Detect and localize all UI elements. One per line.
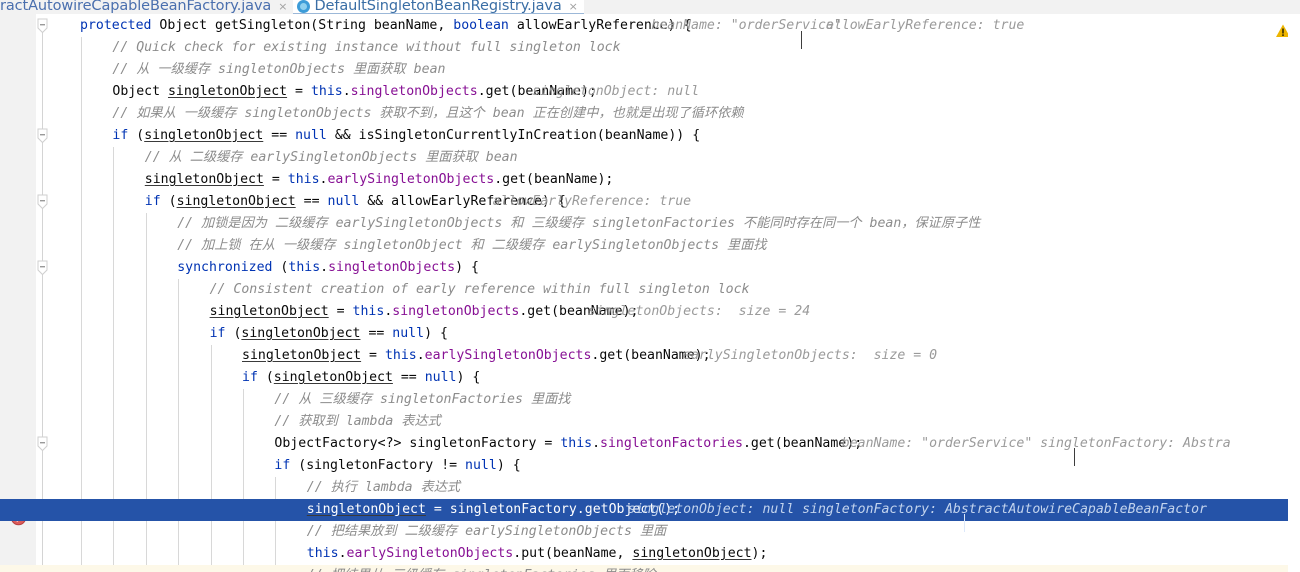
inline-debug-hint[interactable]: beanName: "orderService" [842, 433, 1033, 455]
code-line[interactable]: // 加锁是因为 二级缓存 earlySingletonObjects 和 三级… [0, 213, 1300, 235]
text-caret-secondary [964, 514, 965, 532]
code-line-text: // 把结果从 三级缓存 singletonFactories 里面移除 [307, 565, 656, 572]
code-line-text: // 把结果放到 二级缓存 earlySingletonObjects 里面 [306, 524, 667, 539]
code-line-text: this.earlySingletonObjects.put(beanName,… [306, 546, 768, 561]
inline-debug-hint[interactable]: allowEarlyReference: true [826, 15, 1025, 37]
editor-tab-label: ractAutowireCapableBeanFactory.java [0, 0, 272, 14]
code-line[interactable]: if (singletonFactory != null) { [0, 455, 1300, 477]
inline-debug-hint[interactable]: allowEarlyReference: true [493, 191, 692, 213]
close-icon[interactable]: × [569, 0, 578, 13]
code-line[interactable]: singletonObject = this.earlySingletonObj… [0, 169, 1300, 191]
code-line-text: // 加上锁 在从 一级缓存 singletonObject 和 二级缓存 ea… [177, 238, 767, 253]
code-line-text: // 从 三级缓存 singletonFactories 里面找 [274, 392, 571, 407]
text-caret [801, 31, 802, 49]
code-line-text: if (singletonObject == null) { [209, 326, 448, 341]
code-text[interactable]: protected Object getSingleton(String bea… [0, 14, 1300, 572]
code-line-text: if (singletonObject == null && isSinglet… [112, 128, 701, 143]
code-line-text: // 执行 lambda 表达式 [306, 480, 461, 495]
close-icon[interactable]: × [278, 0, 287, 13]
code-line[interactable]: if (singletonObject == null) { [0, 367, 1300, 389]
code-line[interactable]: // 加上锁 在从 一级缓存 singletonObject 和 二级缓存 ea… [0, 235, 1300, 257]
code-line-current[interactable]: singletonObject = singletonFactory.getOb… [0, 499, 1300, 521]
editor-tab-label: DefaultSingletonBeanRegistry.java [314, 0, 562, 14]
code-line[interactable]: // 执行 lambda 表达式 [0, 477, 1300, 499]
code-line[interactable]: ObjectFactory<?> singletonFactory = this… [0, 433, 1300, 455]
code-editor[interactable]: protected Object getSingleton(String bea… [0, 14, 1300, 572]
inline-debug-hint[interactable]: singletonObject: null [532, 81, 699, 103]
code-line[interactable]: if (singletonObject == null) { [0, 323, 1300, 345]
code-line[interactable]: this.earlySingletonObjects.put(beanName,… [0, 543, 1300, 565]
code-line-text: // 从 一级缓存 singletonObjects 里面获取 bean [112, 62, 446, 77]
code-line-text: singletonObject = singletonFactory.getOb… [306, 502, 681, 517]
java-class-icon [297, 0, 311, 13]
code-line[interactable]: // 把结果从 三级缓存 singletonFactories 里面移除 [0, 565, 1300, 572]
code-line-text: protected Object getSingleton(String bea… [80, 18, 692, 33]
inline-debug-hint[interactable]: singletonFactory: Abstra [1040, 433, 1231, 455]
code-line[interactable]: protected Object getSingleton(String bea… [0, 15, 1300, 37]
code-line[interactable]: // 如果从 一级缓存 singletonObjects 获取不到，且这个 be… [0, 103, 1300, 125]
code-line[interactable]: if (singletonObject == null && allowEarl… [0, 191, 1300, 213]
code-line[interactable]: // 从 三级缓存 singletonFactories 里面找 [0, 389, 1300, 411]
idea-editor-window: ractAutowireCapableBeanFactory.java × De… [0, 0, 1300, 572]
code-line[interactable]: singletonObject = this.singletonObjects.… [0, 301, 1300, 323]
code-line-text: // 如果从 一级缓存 singletonObjects 获取不到，且这个 be… [112, 106, 744, 121]
code-line[interactable]: synchronized (this.singletonObjects) { [0, 257, 1300, 279]
code-line[interactable]: // Consistent creation of early referenc… [0, 279, 1300, 301]
code-line[interactable]: // Quick check for existing instance wit… [0, 37, 1300, 59]
code-line-text: // Consistent creation of early referenc… [209, 282, 750, 297]
inline-debug-hint[interactable]: earlySingletonObjects: size = 0 [683, 345, 937, 367]
code-line-text: // 从 二级缓存 earlySingletonObjects 里面获取 bea… [144, 150, 518, 165]
code-line[interactable]: // 从 一级缓存 singletonObjects 里面获取 bean [0, 59, 1300, 81]
code-line-text: singletonObject = this.singletonObjects.… [209, 304, 639, 319]
code-line-text: singletonObject = this.earlySingletonObj… [242, 348, 711, 363]
code-line[interactable]: // 获取到 lambda 表达式 [0, 411, 1300, 433]
code-line-text: synchronized (this.singletonObjects) { [177, 260, 479, 275]
editor-scrollbar[interactable] [1288, 14, 1300, 572]
inline-debug-hint[interactable]: singletonFactory: AbstractAutowireCapabl… [802, 499, 1207, 521]
code-line-text: Object singletonObject = this.singletonO… [112, 84, 597, 99]
code-line[interactable]: singletonObject = this.earlySingletonObj… [0, 345, 1300, 367]
code-line[interactable]: if (singletonObject == null && isSinglet… [0, 125, 1300, 147]
code-line-text: if (singletonFactory != null) { [274, 458, 521, 473]
code-line-text: // 获取到 lambda 表达式 [274, 414, 441, 429]
code-line[interactable]: // 把结果放到 二级缓存 earlySingletonObjects 里面 [0, 521, 1300, 543]
code-line-text: // Quick check for existing instance wit… [112, 40, 621, 55]
inline-debug-hint[interactable]: singletonObject: null [628, 499, 795, 521]
code-line[interactable]: Object singletonObject = this.singletonO… [0, 81, 1300, 103]
code-line-text: // 加锁是因为 二级缓存 earlySingletonObjects 和 三级… [177, 216, 981, 231]
text-caret-tertiary [1074, 448, 1075, 466]
inline-debug-hint[interactable]: beanName: "orderService" [651, 15, 842, 37]
inline-debug-hint[interactable]: singletonObjects: size = 24 [588, 301, 810, 323]
code-line[interactable]: // 从 二级缓存 earlySingletonObjects 里面获取 bea… [0, 147, 1300, 169]
code-line-text: ObjectFactory<?> singletonFactory = this… [274, 436, 863, 451]
code-line-text: singletonObject = this.earlySingletonObj… [144, 172, 614, 187]
code-line-text: if (singletonObject == null) { [242, 370, 481, 385]
